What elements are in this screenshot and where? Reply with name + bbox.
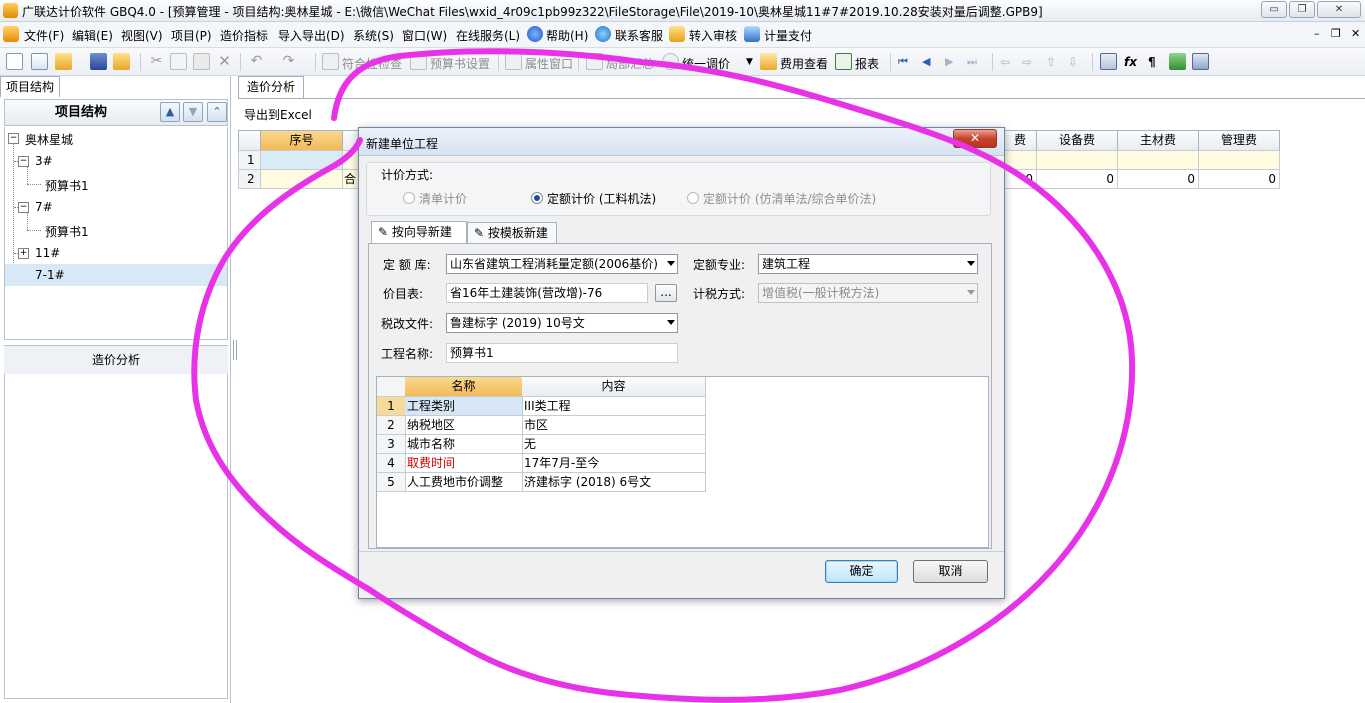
annotation-circle (191, 48, 1136, 703)
